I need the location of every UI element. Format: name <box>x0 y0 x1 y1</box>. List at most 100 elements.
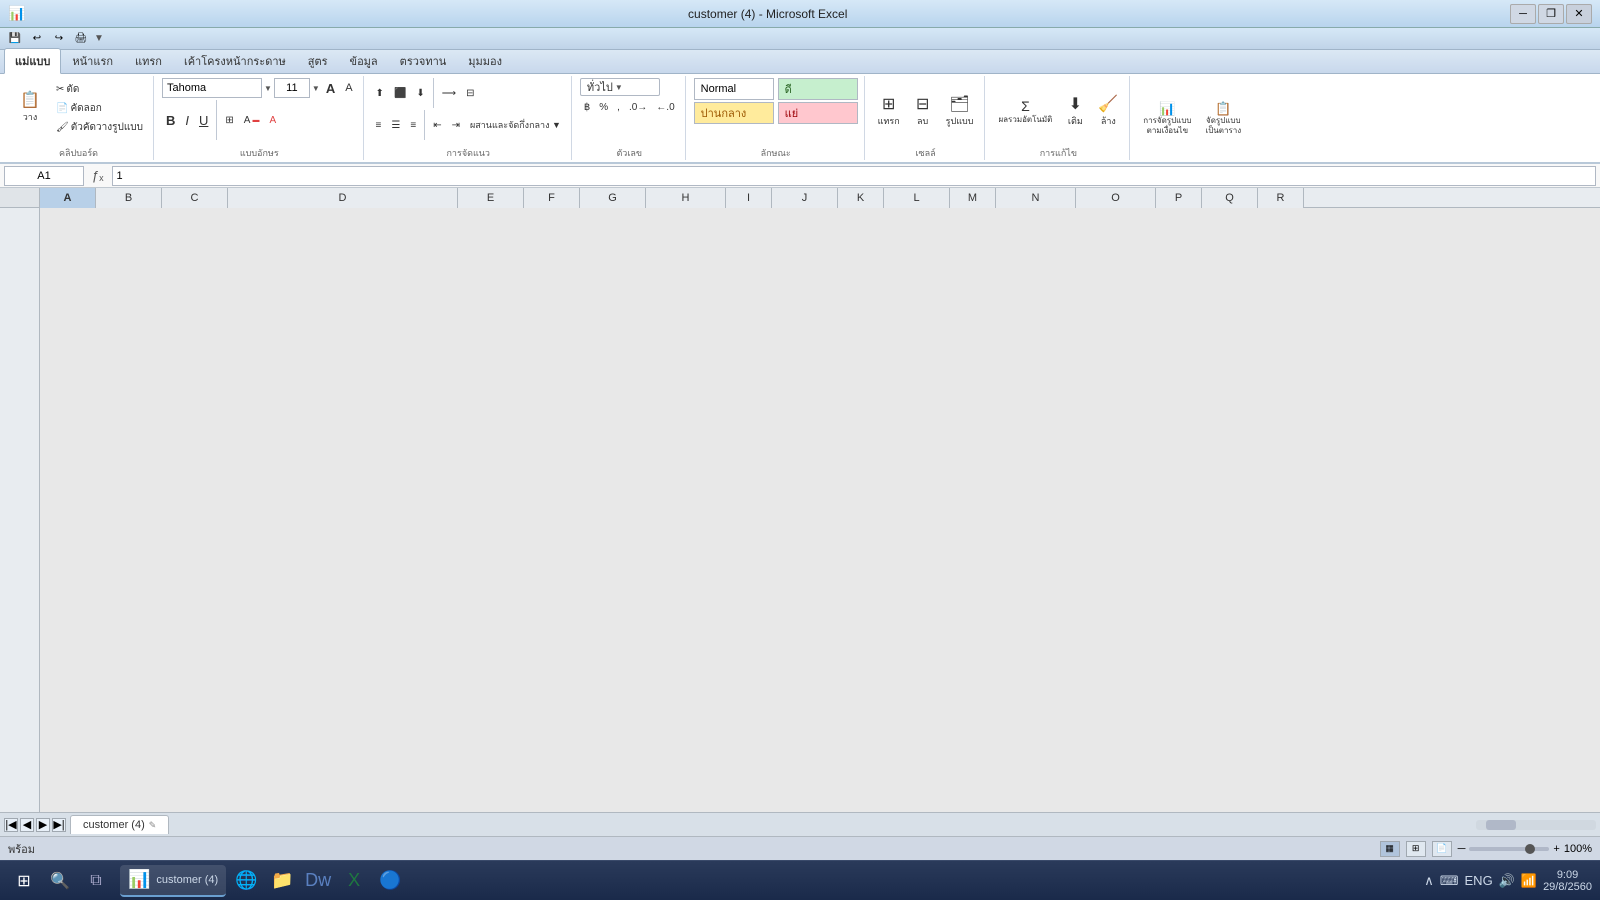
taskbar-clock[interactable]: 9:09 29/8/2560 <box>1543 869 1592 893</box>
number-format-dropdown[interactable]: ทั่วไป ▼ <box>580 78 660 96</box>
search-button[interactable]: 🔍 <box>44 865 76 897</box>
font-color-button[interactable]: A <box>265 111 280 129</box>
align-bottom-button[interactable]: ⬇ <box>412 84 428 102</box>
qat-customize[interactable]: ▼ <box>94 33 104 44</box>
sheet-nav-first[interactable]: |◀ <box>4 818 18 832</box>
taskbar-edge[interactable]: 🌐 <box>230 865 262 897</box>
tab-help[interactable]: มุมมอง <box>457 48 513 73</box>
format-cells-button[interactable]: 🗂 รูปแบบ <box>941 85 979 137</box>
zoom-slider[interactable] <box>1469 847 1549 851</box>
paste-button[interactable]: 📋 วาง <box>10 78 50 136</box>
taskbar-app6[interactable]: 🔵 <box>374 865 406 897</box>
border-button[interactable]: ⊞ <box>221 111 237 129</box>
percent-button[interactable]: % <box>595 98 612 116</box>
systray-lang[interactable]: ENG <box>1465 873 1493 888</box>
normal-view-button[interactable]: ▦ <box>1380 841 1400 857</box>
taskbar-excel[interactable]: X <box>338 865 370 897</box>
page-break-view-button[interactable]: 📄 <box>1432 841 1452 857</box>
italic-button[interactable]: I <box>181 111 193 129</box>
col-header-J[interactable]: J <box>772 188 838 208</box>
increase-indent-button[interactable]: ⇥ <box>448 116 464 134</box>
function-icon[interactable]: ƒₓ <box>88 168 108 183</box>
wrap-text-button[interactable]: ⟶ <box>438 84 460 102</box>
zoom-thumb[interactable] <box>1525 844 1535 854</box>
autosum-button[interactable]: Σ ผลรวมอัตโนมัติ <box>993 85 1057 137</box>
style-normal-button[interactable]: Normal <box>694 78 774 100</box>
font-name-input[interactable] <box>162 78 262 98</box>
col-header-D[interactable]: D <box>228 188 458 208</box>
col-header-L[interactable]: L <box>884 188 950 208</box>
format-as-table-button[interactable]: 📊 การจัดรูปแบบตามเงื่อนไข <box>1138 92 1196 144</box>
col-header-P[interactable]: P <box>1156 188 1202 208</box>
sheet-tab-main[interactable]: customer (4) ✎ <box>70 815 169 834</box>
col-header-H[interactable]: H <box>646 188 726 208</box>
col-header-M[interactable]: M <box>950 188 996 208</box>
start-button[interactable]: ⊞ <box>8 865 40 897</box>
increase-font-button[interactable]: A <box>322 79 339 97</box>
systray-network[interactable]: 📶 <box>1521 873 1537 889</box>
formula-input[interactable] <box>112 166 1597 186</box>
style-bad-button[interactable]: แย่ <box>778 102 858 124</box>
font-name-dropdown[interactable]: ▼ <box>264 84 272 93</box>
increase-decimal-button[interactable]: .0→ <box>625 98 651 116</box>
grid-scroll[interactable] <box>40 208 1600 812</box>
col-header-A[interactable]: A <box>40 188 96 208</box>
align-middle-button[interactable]: ⬛ <box>390 84 410 102</box>
sheet-nav-next[interactable]: ▶ <box>36 818 50 832</box>
systray-arrow[interactable]: ∧ <box>1424 873 1434 889</box>
systray-keyboard[interactable]: ⌨ <box>1440 873 1459 889</box>
delete-cells-button[interactable]: ⊟ ลบ <box>909 85 937 137</box>
col-header-C[interactable]: C <box>162 188 228 208</box>
tab-home[interactable]: แม่แบบ <box>4 48 61 74</box>
save-qat-button[interactable]: 💾 <box>6 30 24 48</box>
decrease-font-button[interactable]: A <box>341 79 356 97</box>
name-box[interactable] <box>4 166 84 186</box>
col-header-B[interactable]: B <box>96 188 162 208</box>
print-qat-button[interactable]: 🖨 <box>72 30 90 48</box>
page-layout-view-button[interactable]: ⊞ <box>1406 841 1426 857</box>
col-header-K[interactable]: K <box>838 188 884 208</box>
taskbar-excel-app[interactable]: 📊 customer (4) <box>120 865 226 897</box>
zoom-out-button[interactable]: ─ <box>1458 843 1466 855</box>
tab-insert[interactable]: หน้าแรก <box>61 48 124 73</box>
style-mid-button[interactable]: ปานกลาง <box>694 102 774 124</box>
align-center-button[interactable]: ☰ <box>387 116 404 134</box>
font-size-dropdown[interactable]: ▼ <box>312 84 320 93</box>
decrease-indent-button[interactable]: ⇤ <box>429 116 445 134</box>
align-top-button[interactable]: ⬆ <box>372 84 388 102</box>
format-painter-button[interactable]: 🖌 ตัวคัดวางรูปแบบ <box>52 118 147 136</box>
insert-cells-button[interactable]: ⊞ แทรก <box>873 85 905 137</box>
minimize-button[interactable]: ─ <box>1510 4 1536 24</box>
col-header-F[interactable]: F <box>524 188 580 208</box>
bold-button[interactable]: B <box>162 111 179 129</box>
merge-center-button[interactable]: ผสานและจัดกึ่งกลาง ▼ <box>466 116 565 134</box>
comma-button[interactable]: , <box>613 98 624 116</box>
col-header-N[interactable]: N <box>996 188 1076 208</box>
task-view-button[interactable]: ⧉ <box>80 865 112 897</box>
underline-button[interactable]: U <box>195 111 212 129</box>
redo-qat-button[interactable]: ↪ <box>50 30 68 48</box>
font-size-input[interactable] <box>274 78 310 98</box>
tab-formulas[interactable]: เค้าโครงหน้ากระดาษ <box>173 48 297 73</box>
fill-button[interactable]: ⬇ เติม <box>1061 85 1089 137</box>
col-header-G[interactable]: G <box>580 188 646 208</box>
tab-view[interactable]: ตรวจทาน <box>389 48 458 73</box>
cell-styles-button[interactable]: 📋 จัดรูปแบบเป็นตาราง <box>1200 92 1246 144</box>
col-header-E[interactable]: E <box>458 188 524 208</box>
fill-color-button[interactable]: A▬ <box>240 111 264 129</box>
cut-button[interactable]: ✂ ตัด <box>52 80 147 98</box>
clear-button[interactable]: 🧹 ล้าง <box>1093 85 1123 137</box>
align-right-button[interactable]: ≡ <box>406 116 420 134</box>
col-header-O[interactable]: O <box>1076 188 1156 208</box>
systray-volume[interactable]: 🔊 <box>1499 873 1515 889</box>
tab-pagelayout[interactable]: แทรก <box>124 48 173 73</box>
restore-button[interactable]: ❐ <box>1538 4 1564 24</box>
sheet-nav-last[interactable]: ▶| <box>52 818 66 832</box>
tab-data[interactable]: สูตร <box>297 48 339 73</box>
zoom-in-button[interactable]: + <box>1553 843 1559 855</box>
undo-qat-button[interactable]: ↩ <box>28 30 46 48</box>
sheet-nav-prev[interactable]: ◀ <box>20 818 34 832</box>
close-button[interactable]: ✕ <box>1566 4 1592 24</box>
decrease-decimal-button[interactable]: ←.0 <box>652 98 678 116</box>
col-header-I[interactable]: I <box>726 188 772 208</box>
